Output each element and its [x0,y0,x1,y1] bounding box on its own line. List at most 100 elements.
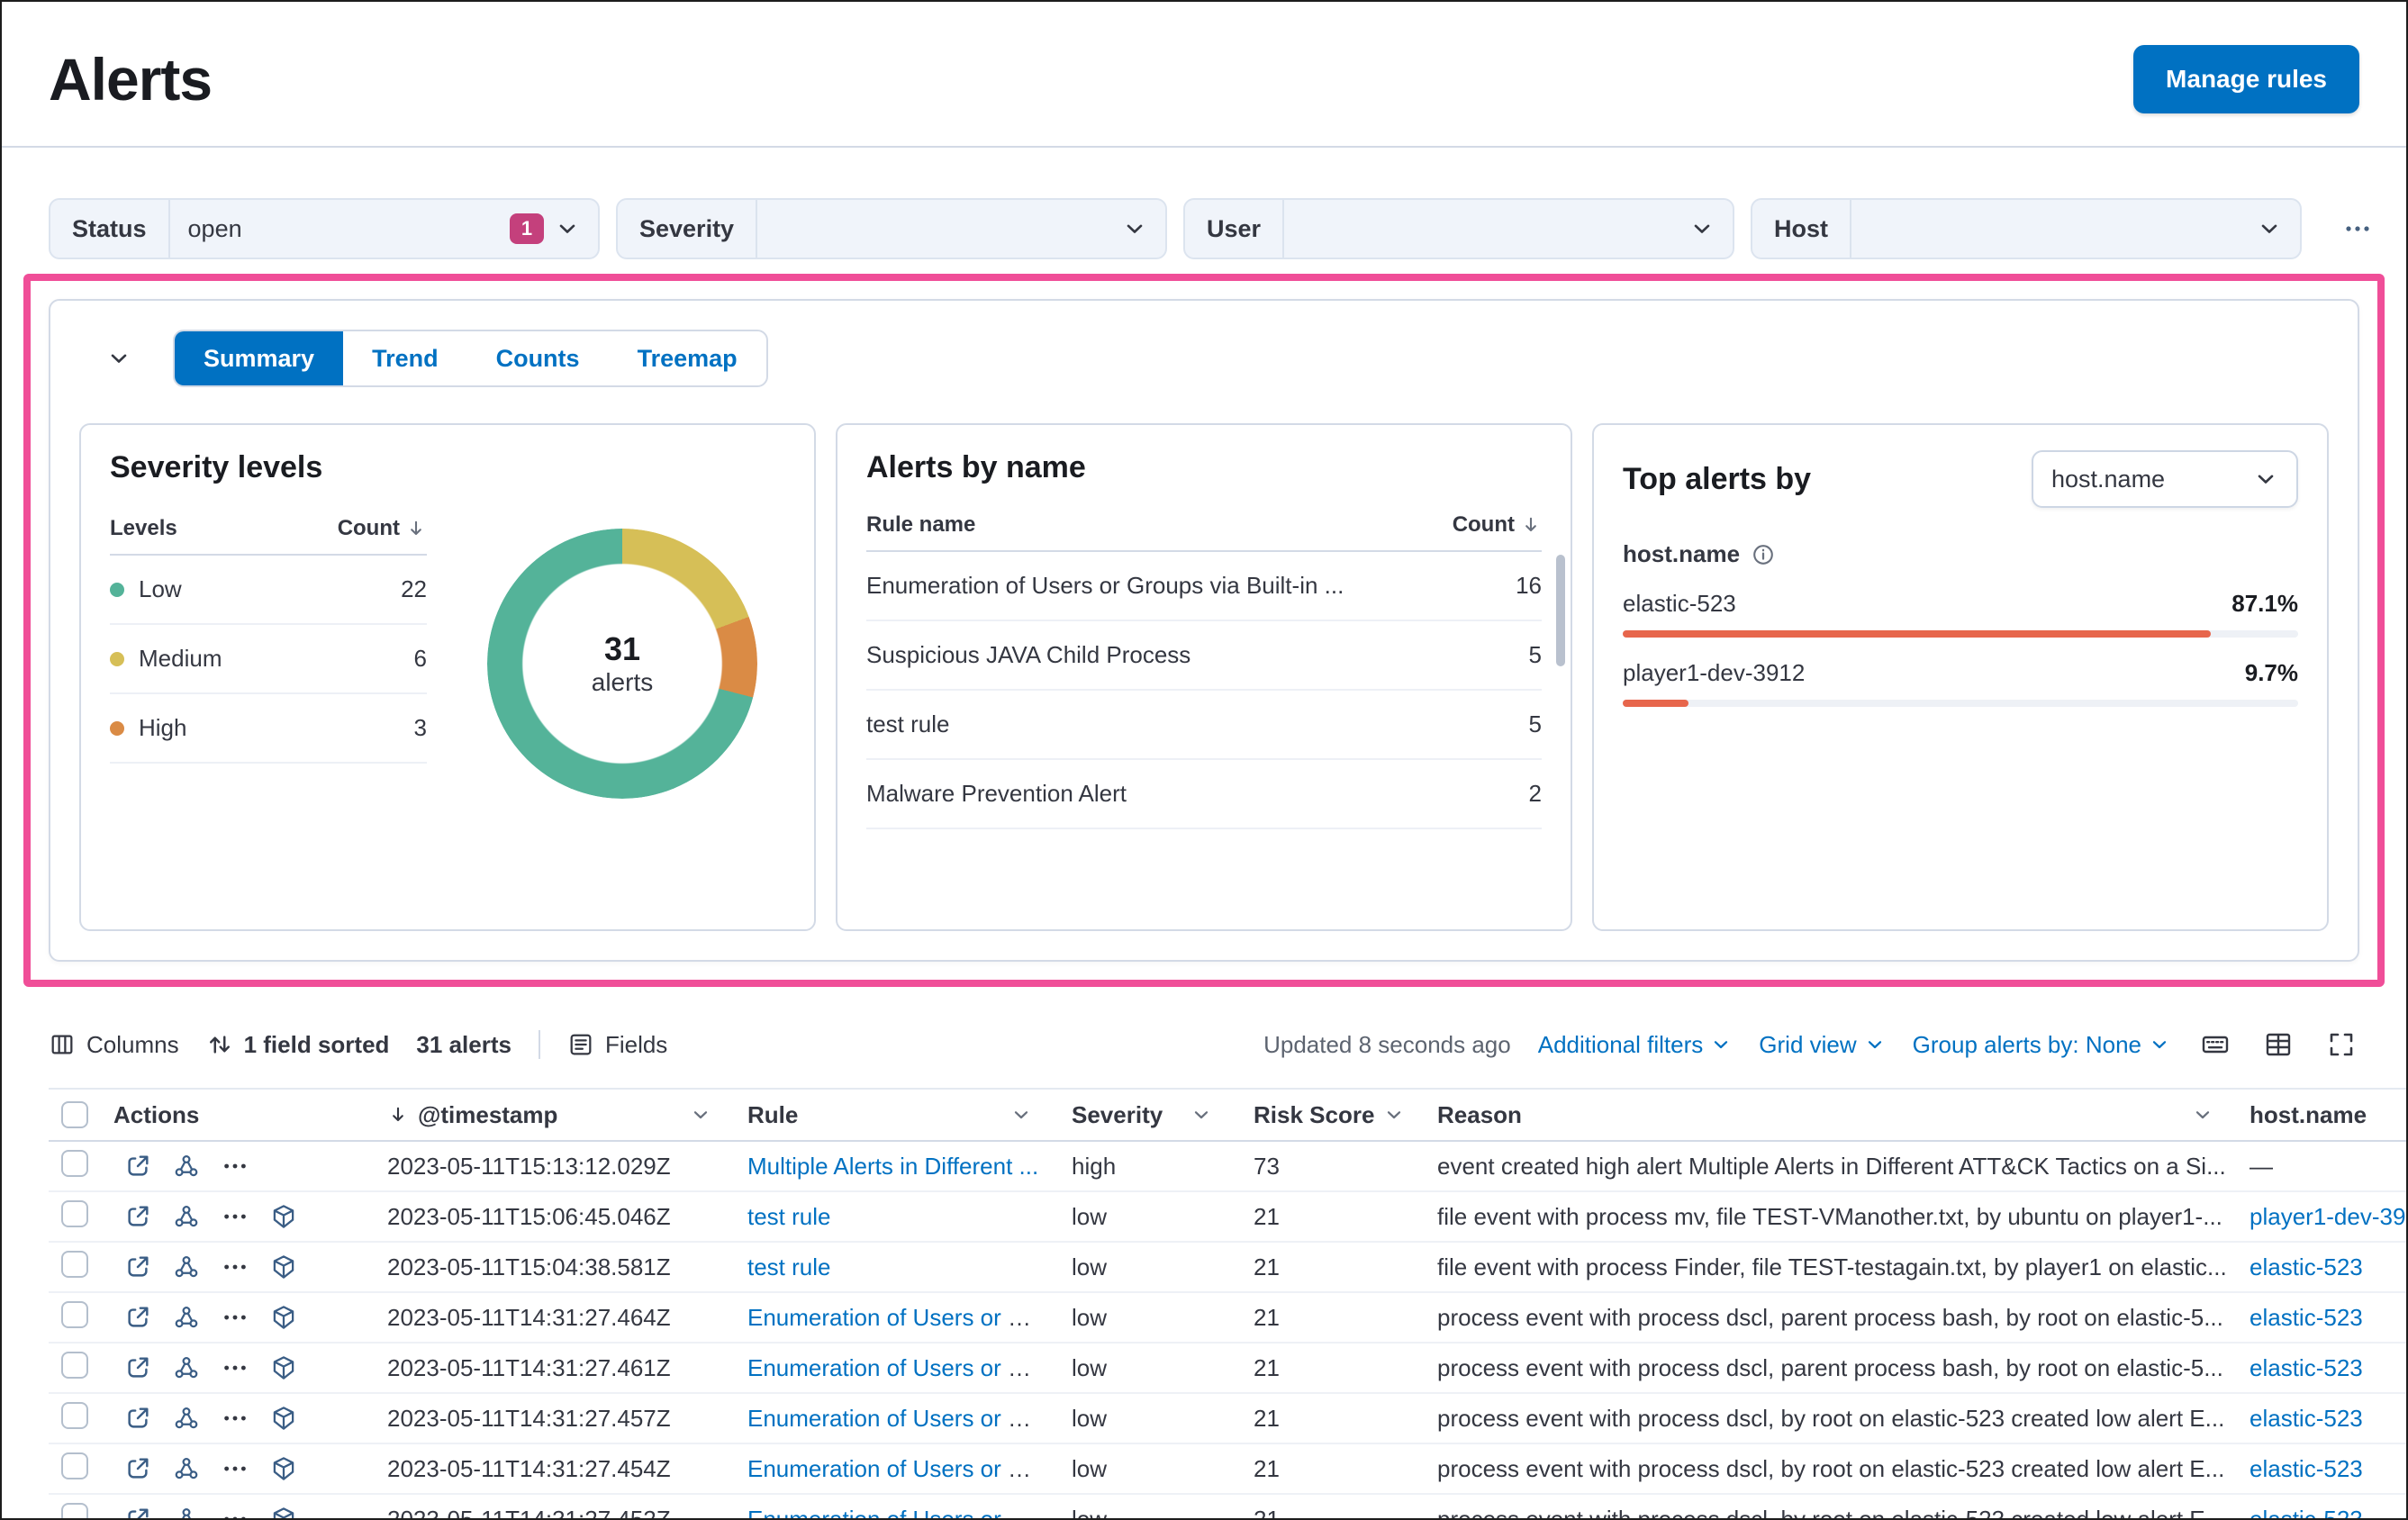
expand-alert-icon[interactable] [124,1506,151,1520]
host-link[interactable]: elastic-523 [2250,1455,2363,1482]
session-view-icon[interactable] [270,1455,297,1482]
col-header-host[interactable]: host.name [2242,1101,2406,1129]
table-header-row: Actions @timestamp Rule Severity Risk Sc… [49,1088,2406,1142]
col-header-severity[interactable]: Severity [1046,1101,1227,1129]
more-filters-button[interactable] [2332,204,2383,254]
host-link[interactable]: elastic-523 [2250,1506,2363,1519]
filter-status[interactable]: Status open 1 [49,198,600,259]
analyze-event-icon[interactable] [173,1203,200,1230]
display-options-button[interactable] [2260,1027,2296,1063]
host-link[interactable]: player1-dev-3912 [2250,1203,2406,1230]
tab-treemap[interactable]: Treemap [609,331,766,385]
rule-link[interactable]: Enumeration of Users or Gr... [747,1304,1046,1331]
row-checkbox[interactable] [61,1452,88,1479]
rule-link[interactable]: Multiple Alerts in Different ... [747,1153,1038,1180]
more-actions-icon[interactable] [222,1354,249,1381]
rule-link[interactable]: Enumeration of Users or Gr... [747,1405,1046,1432]
col-header-reason[interactable]: Reason [1414,1101,2242,1129]
analyze-event-icon[interactable] [173,1354,200,1381]
chevron-down-icon [555,216,580,241]
row-checkbox[interactable] [61,1199,88,1227]
filter-status-label: Status [50,200,170,258]
expand-alert-icon[interactable] [124,1253,151,1280]
alert-row[interactable]: 2023-05-11T14:31:27.464Z Enumeration of … [49,1293,2406,1344]
alert-row[interactable]: 2023-05-11T15:06:45.046Z test rule low 2… [49,1192,2406,1243]
manage-rules-button[interactable]: Manage rules [2133,45,2359,113]
session-view-icon[interactable] [270,1203,297,1230]
fullscreen-button[interactable] [2323,1027,2359,1063]
col-header-timestamp[interactable]: @timestamp [387,1101,726,1129]
more-actions-icon[interactable] [222,1203,249,1230]
expand-alert-icon[interactable] [124,1304,151,1331]
count-column-header[interactable]: Count [338,516,427,541]
expand-alert-icon[interactable] [124,1455,151,1482]
alert-row[interactable]: 2023-05-11T15:13:12.029Z Multiple Alerts… [49,1142,2406,1192]
tab-summary[interactable]: Summary [175,331,344,385]
rule-link[interactable]: test rule [747,1203,831,1230]
analyze-event-icon[interactable] [173,1455,200,1482]
filter-host[interactable]: Host [1751,198,2302,259]
host-link[interactable]: elastic-523 [2250,1405,2363,1432]
alert-row[interactable]: 2023-05-11T15:04:38.581Z test rule low 2… [49,1243,2406,1293]
expand-alert-icon[interactable] [124,1354,151,1381]
col-header-rule[interactable]: Rule [726,1101,1046,1129]
analyze-event-icon[interactable] [173,1506,200,1520]
alert-row[interactable]: 2023-05-11T14:31:27.461Z Enumeration of … [49,1344,2406,1394]
keyboard-shortcuts-button[interactable] [2197,1027,2233,1063]
collapse-section-button[interactable] [94,333,144,384]
session-view-icon[interactable] [270,1506,297,1520]
row-checkbox[interactable] [61,1250,88,1278]
session-view-icon[interactable] [270,1304,297,1331]
row-checkbox[interactable] [61,1401,88,1429]
more-actions-icon[interactable] [222,1153,249,1180]
timestamp-cell: 2023-05-11T14:31:27.457Z [387,1404,671,1432]
rule-link[interactable]: Enumeration of Users or Gr... [747,1354,1046,1381]
tab-counts[interactable]: Counts [467,331,609,385]
columns-button[interactable]: Columns [49,1031,179,1059]
expand-alert-icon[interactable] [124,1153,151,1180]
session-view-icon[interactable] [270,1405,297,1432]
more-actions-icon[interactable] [222,1253,249,1280]
select-all-checkbox[interactable] [61,1101,88,1128]
session-view-icon[interactable] [270,1354,297,1381]
row-checkbox[interactable] [61,1351,88,1379]
rule-link[interactable]: Enumeration of Users or Gr... [747,1455,1046,1482]
grid-view-button[interactable]: Grid view [1759,1031,1885,1059]
filter-severity[interactable]: Severity [616,198,1167,259]
panel-scrollbar[interactable] [1556,555,1565,666]
session-view-icon[interactable] [270,1253,297,1280]
row-checkbox[interactable] [61,1149,88,1177]
row-checkbox[interactable] [61,1300,88,1328]
more-actions-icon[interactable] [222,1304,249,1331]
rule-link[interactable]: test rule [747,1253,831,1280]
analyze-event-icon[interactable] [173,1153,200,1180]
more-actions-icon[interactable] [222,1506,249,1520]
analyze-event-icon[interactable] [173,1253,200,1280]
filter-user[interactable]: User [1183,198,1734,259]
expand-alert-icon[interactable] [124,1203,151,1230]
host-link[interactable]: elastic-523 [2250,1304,2363,1331]
count-column-header[interactable]: Count [1453,512,1542,538]
sorted-fields-button[interactable]: 1 field sorted [206,1031,389,1059]
fields-button[interactable]: Fields [567,1031,667,1059]
col-header-risk-score[interactable]: Risk Score [1227,1101,1414,1129]
analyze-event-icon[interactable] [173,1304,200,1331]
alert-row[interactable]: 2023-05-11T14:31:27.454Z Enumeration of … [49,1444,2406,1495]
top-alerts-field-select[interactable]: host.name [2032,450,2298,508]
host-link[interactable]: elastic-523 [2250,1354,2363,1381]
expand-alert-icon[interactable] [124,1405,151,1432]
more-actions-icon[interactable] [222,1455,249,1482]
group-alerts-button[interactable]: Group alerts by: None [1913,1031,2170,1059]
info-icon[interactable] [1751,542,1776,567]
alert-row[interactable]: 2023-05-11T14:31:27.452Z Enumeration of … [49,1495,2406,1520]
analyze-event-icon[interactable] [173,1405,200,1432]
additional-filters-button[interactable]: Additional filters [1538,1031,1733,1059]
row-checkbox[interactable] [61,1502,88,1518]
host-link[interactable]: elastic-523 [2250,1253,2363,1280]
more-actions-icon[interactable] [222,1405,249,1432]
reason-cell: process event with process dscl, by root… [1437,1454,2225,1482]
tab-trend[interactable]: Trend [343,331,467,385]
alert-row[interactable]: 2023-05-11T14:31:27.457Z Enumeration of … [49,1394,2406,1444]
severity-cell: low [1072,1353,1108,1381]
rule-link[interactable]: Enumeration of Users or Gr... [747,1506,1046,1519]
